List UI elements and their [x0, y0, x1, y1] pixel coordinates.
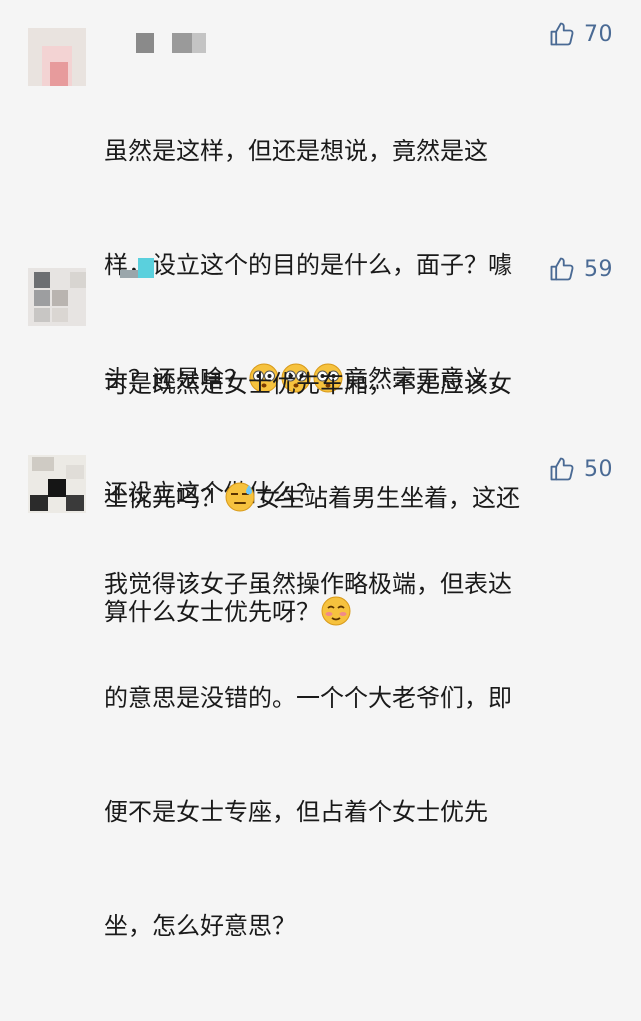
comment-line: 的意思是没错的。一个个大老爷们，即 [104, 684, 512, 712]
username[interactable] [110, 33, 210, 53]
comment-line: 便不是女士专座，但占着个女士优先 [104, 798, 488, 826]
comment-text: 我觉得该女子虽然操作略极端，但表达 的意思是没错的。一个个大老爷们，即 便不是女… [104, 489, 604, 1021]
comment-line: 可是既然是女士优先车厢，不是应该女 [104, 370, 512, 398]
like-button[interactable]: 50 [548, 455, 613, 483]
comment-line: 样，设立这个的目的是什么，面子？噱 [104, 251, 512, 279]
avatar[interactable] [28, 28, 86, 86]
comment-line: 坐，怎么好意思？ [104, 912, 296, 940]
thumbs-up-icon [550, 22, 574, 46]
like-count: 50 [584, 456, 613, 482]
like-button[interactable]: 59 [548, 255, 613, 283]
like-count: 59 [584, 256, 613, 282]
comment-line: 虽然是这样，但还是想说，竟然是这 [104, 137, 488, 165]
thumbs-up-icon [550, 457, 574, 481]
like-count: 70 [584, 21, 613, 47]
thumbs-up-icon [550, 257, 574, 281]
avatar[interactable] [28, 268, 86, 326]
comment-line: 我觉得该女子虽然操作略极端，但表达 [104, 570, 512, 598]
username[interactable] [110, 258, 170, 278]
avatar[interactable] [28, 455, 86, 513]
like-button[interactable]: 70 [548, 20, 613, 48]
